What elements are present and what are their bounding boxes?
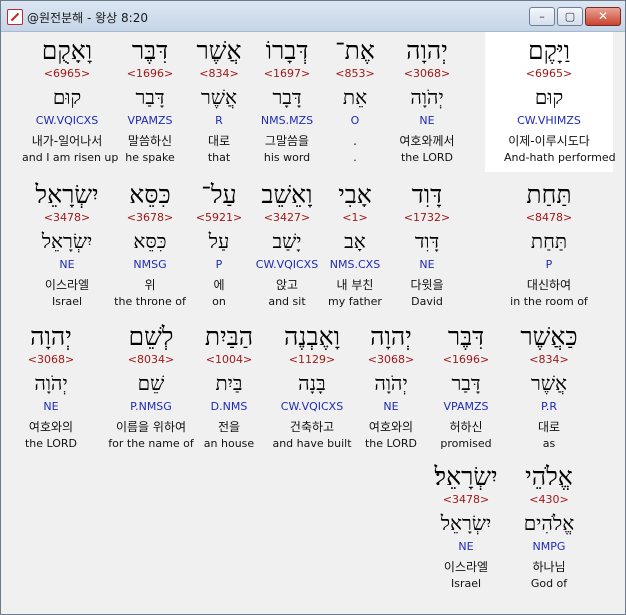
lemma-word: בָּנָה <box>298 371 326 395</box>
lemma-word: יִשְׂרָאֵל <box>41 229 93 253</box>
morphology-code[interactable]: VPAMZS <box>421 400 511 414</box>
hebrew-word: דָּוִד <box>411 180 443 209</box>
hebrew-word: יִשְׂרָאֵל׃ <box>434 462 498 491</box>
lemma-word: יְהֹוָה <box>34 371 68 395</box>
english-gloss: and I am risen up <box>22 151 119 164</box>
hebrew-word: תַּחַת <box>526 180 572 209</box>
strong-number[interactable]: <834> <box>504 353 594 367</box>
strong-number[interactable]: <430> <box>504 493 594 507</box>
strong-number[interactable]: <1696> <box>421 353 511 367</box>
hebrew-word: כַּאֲשֶׁר <box>520 322 578 351</box>
morphology-code[interactable]: CW.VQICXS <box>267 400 357 414</box>
korean-gloss: 건축하고 <box>289 420 335 434</box>
korean-gloss: 이스라엘 <box>443 560 489 574</box>
morphology-code[interactable]: P.R <box>504 400 594 414</box>
strong-number[interactable]: <8034> <box>106 353 196 367</box>
app-window: @원전분해 - 왕상 8:20 – ▢ ✕ וָאָקֻם <6965> קוּם C… <box>0 0 626 615</box>
strong-number[interactable]: <3068> <box>382 67 472 81</box>
korean-gloss: 이제-이루시도다 <box>508 134 590 148</box>
english-gloss: as <box>542 437 556 450</box>
korean-gloss: 하나님 <box>532 560 566 574</box>
lemma-word: אֲשֶׁר <box>531 371 567 395</box>
korean-gloss: 대로 <box>537 420 561 434</box>
english-gloss: the LORD <box>24 437 78 450</box>
english-gloss: And-hath performed <box>504 151 616 164</box>
korean-gloss: 이름을 위하여 <box>115 420 187 434</box>
english-gloss: for the name of <box>108 437 194 450</box>
english-gloss: Israel <box>450 577 482 590</box>
korean-gloss: 내가-일어나서 <box>31 134 103 148</box>
korean-gloss: 이스라엘 <box>44 278 90 292</box>
app-icon[interactable] <box>7 9 23 25</box>
korean-gloss: 전을 <box>217 420 241 434</box>
morphology-code[interactable]: NE <box>22 258 112 272</box>
minimize-button[interactable]: – <box>529 7 555 26</box>
maximize-button[interactable]: ▢ <box>557 7 583 26</box>
english-gloss: God of <box>530 577 568 590</box>
english-gloss: promised <box>440 437 492 450</box>
hebrew-word: דִּבֶּר <box>447 322 485 351</box>
korean-gloss: 다윗을 <box>410 278 444 292</box>
morphology-code[interactable]: CW.VQICXS <box>22 114 112 128</box>
korean-gloss: 여호와께서 <box>399 134 455 148</box>
lemma-word: יִשְׂרָאֵל <box>440 511 492 535</box>
hebrew-word: וָאָקֻם <box>41 36 93 65</box>
window-title: @원전분해 - 왕상 8:20 <box>27 11 148 25</box>
lemma-word: קוּם <box>52 85 82 109</box>
lemma-word: דָּבַר <box>451 371 481 395</box>
hebrew-word: יְהוָה <box>30 322 72 351</box>
strong-number[interactable]: <6965> <box>504 67 594 81</box>
lemma-word: בַּיִת <box>215 371 243 395</box>
morphology-code[interactable]: NE <box>382 114 472 128</box>
maximize-icon: ▢ <box>564 10 576 23</box>
lemma-word: אֱלֹהִים <box>523 511 575 535</box>
strong-number[interactable]: <6965> <box>22 67 112 81</box>
morphology-code[interactable]: P.NMSG <box>106 400 196 414</box>
minimize-icon: – <box>539 10 545 23</box>
english-gloss: the LORD <box>400 151 454 164</box>
korean-gloss: 여호와의 <box>28 420 74 434</box>
morphology-code[interactable]: CW.VHIMZS <box>504 114 594 128</box>
strong-number[interactable]: <1732> <box>382 211 472 225</box>
hebrew-word: וָאֶבְנֶה <box>284 322 340 351</box>
close-button[interactable]: ✕ <box>585 7 621 26</box>
morphology-code[interactable]: D.NMS <box>184 400 274 414</box>
strong-number[interactable]: <3068> <box>6 353 96 367</box>
morphology-code[interactable]: NE <box>6 400 96 414</box>
hebrew-word: יִשְׂרָאֵל <box>35 180 99 209</box>
strong-number[interactable]: <1004> <box>184 353 274 367</box>
english-gloss: and have built <box>272 437 352 450</box>
english-gloss: in the room of <box>510 295 588 308</box>
hebrew-word: יְהוָה <box>406 36 448 65</box>
morphology-code[interactable]: NMPG <box>504 540 594 554</box>
lemma-word: דָּוִד <box>414 229 440 253</box>
strong-number[interactable]: <8478> <box>504 211 594 225</box>
english-gloss: Israel <box>51 295 83 308</box>
hebrew-word: לְשֵׁם <box>128 322 174 351</box>
interlinear-panel: וָאָקֻם <6965> קוּם CW.VQICXS 내가-일어나서 and I a… <box>7 32 619 608</box>
strong-number[interactable]: <1129> <box>267 353 357 367</box>
lemma-word: יְהֹוָה <box>410 85 444 109</box>
morphology-code[interactable]: NE <box>421 540 511 554</box>
morphology-code[interactable]: NE <box>382 258 472 272</box>
hebrew-word: הַבַּיִת <box>204 322 254 351</box>
korean-gloss: 허하신 <box>449 420 483 434</box>
close-icon: ✕ <box>597 9 609 23</box>
strong-number[interactable]: <3478> <box>22 211 112 225</box>
title-bar[interactable]: @원전분해 - 왕상 8:20 – ▢ ✕ <box>1 1 625 32</box>
lemma-word: שֵׁם <box>137 371 165 395</box>
english-gloss: an house <box>203 437 255 450</box>
lemma-word: קוּם <box>534 85 564 109</box>
hebrew-word: אֱלֹהֵי <box>525 462 573 491</box>
english-gloss: David <box>411 295 443 308</box>
morphology-code[interactable]: P <box>504 258 594 272</box>
strong-number[interactable]: <3478> <box>421 493 511 507</box>
korean-gloss: 대신하여 <box>526 278 572 292</box>
lemma-word: תַּחַת <box>530 229 568 253</box>
hebrew-word: וַיָּקֶם <box>528 36 570 65</box>
